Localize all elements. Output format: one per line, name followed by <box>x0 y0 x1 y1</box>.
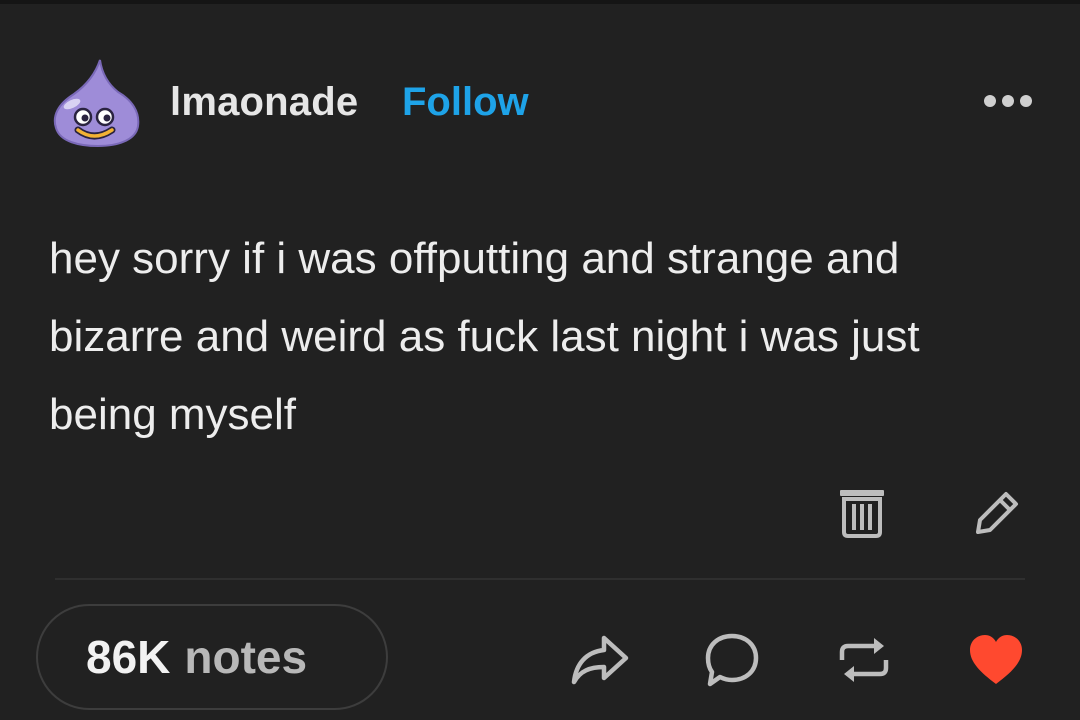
post-text: hey sorry if i was offputting and strang… <box>49 234 920 439</box>
notes-count: 86K <box>86 631 171 683</box>
divider <box>55 578 1025 580</box>
notes-button[interactable]: 86K notes <box>36 604 388 710</box>
heart-icon[interactable] <box>966 630 1026 690</box>
trash-icon[interactable] <box>838 488 886 538</box>
follow-button[interactable]: Follow <box>402 80 529 125</box>
ellipsis-icon[interactable] <box>978 86 1038 116</box>
notes-label: notes <box>184 631 308 683</box>
reblog-icon[interactable] <box>834 630 894 690</box>
post-card: lmaonade Follow hey sorry if i was offpu… <box>0 0 1080 720</box>
reply-icon[interactable] <box>702 630 762 690</box>
author-name[interactable]: lmaonade <box>170 80 358 125</box>
share-icon[interactable] <box>570 630 630 690</box>
avatar[interactable] <box>50 56 142 148</box>
pencil-icon[interactable] <box>970 488 1022 538</box>
